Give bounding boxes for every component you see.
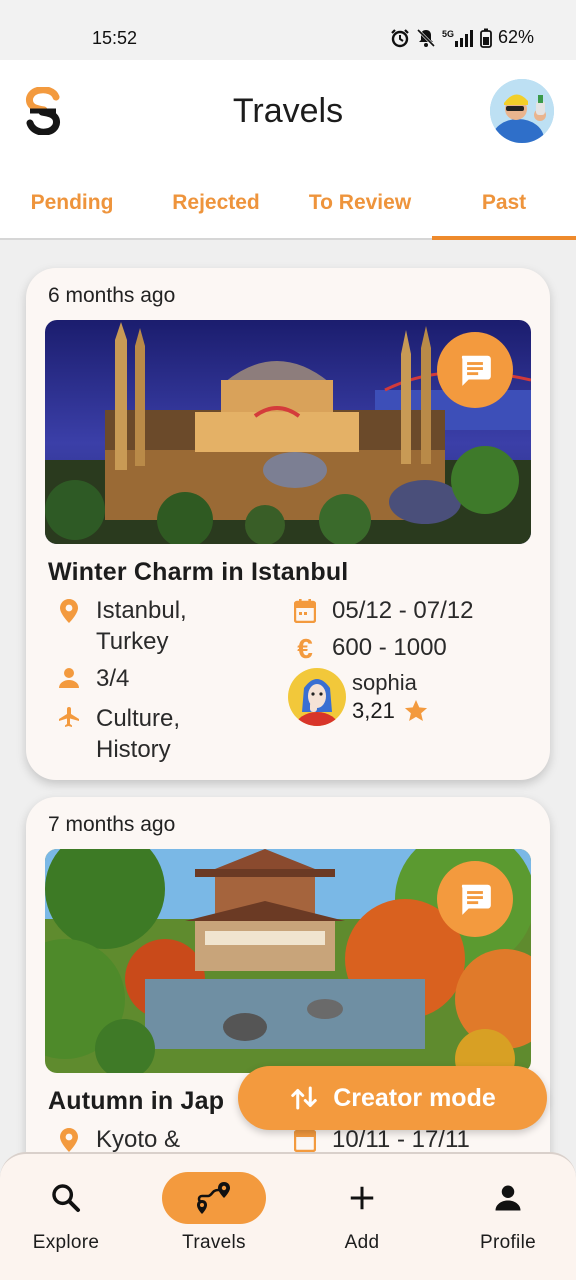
location-pin-icon [60, 1128, 78, 1152]
chat-button[interactable] [437, 861, 513, 937]
tab-rejected[interactable]: Rejected [144, 170, 288, 238]
creator-name: sophia [352, 670, 417, 695]
status-time: 15:52 [92, 28, 138, 48]
nav-add[interactable]: Add [302, 1172, 422, 1254]
trip-time-ago: 7 months ago [48, 813, 176, 836]
trip-photo [45, 849, 531, 1073]
person-icon [495, 1185, 521, 1211]
chat-button[interactable] [437, 332, 513, 408]
trip-location-text: Istanbul, Turkey [96, 597, 187, 655]
alarm-icon [391, 28, 409, 47]
euro-icon: € [297, 633, 313, 664]
battery-percent: 62% [497, 27, 534, 47]
chat-icon [461, 355, 491, 386]
creator-rating-value: 3,21 [352, 698, 395, 723]
creator-avatar [288, 668, 346, 726]
location-pin-icon [60, 599, 78, 623]
mute-icon [416, 28, 436, 47]
trip-time-ago: 6 months ago [48, 284, 176, 307]
swap-vertical-icon [291, 1086, 317, 1110]
trip-price-text: 600 - 1000 [332, 634, 447, 661]
calendar-icon [294, 599, 316, 623]
trip-location: Istanbul, Turkey [52, 595, 252, 657]
battery-icon [480, 28, 492, 48]
nav-travels[interactable]: Travels [154, 1172, 274, 1254]
trip-card[interactable]: 6 months ago Winter Charm in Istanbul Is… [26, 268, 550, 780]
route-icon [197, 1182, 230, 1214]
person-icon [59, 668, 79, 688]
search-icon [52, 1184, 80, 1212]
tab-to-review[interactable]: To Review [288, 170, 432, 238]
nav-add-label: Add [344, 1232, 380, 1253]
chat-icon [461, 884, 491, 915]
nav-profile-label: Profile [480, 1232, 536, 1253]
trip-photo [45, 320, 531, 544]
creator-mode-label: Creator mode [333, 1083, 496, 1112]
nav-travels-label: Travels [182, 1232, 246, 1253]
trip-title: Autumn in Jap [48, 1087, 225, 1115]
signal-icon: 5G [442, 29, 473, 47]
creator-mode-button[interactable]: Creator mode [238, 1066, 547, 1130]
nav-explore-label: Explore [32, 1232, 100, 1253]
user-avatar[interactable] [490, 79, 554, 143]
nav-active-indicator [162, 1172, 266, 1224]
star-icon [404, 699, 427, 721]
tab-past[interactable]: Past [432, 170, 576, 240]
trip-location: Kyoto & [52, 1124, 180, 1155]
trip-categories-text: Culture, History [96, 705, 181, 763]
trip-dates: 05/12 - 07/12 [288, 595, 473, 626]
creator-rating: 3,21 [352, 698, 429, 724]
bottom-navigation: Explore Travels Add Profile [0, 1152, 576, 1280]
travel-tabs: Pending Rejected To Review Past [0, 170, 576, 240]
status-bar: 15:52 5G 62% [0, 0, 576, 60]
trip-categories: Culture, History [52, 703, 252, 765]
nav-profile[interactable]: Profile [448, 1172, 568, 1254]
plus-icon [350, 1186, 374, 1210]
calendar-icon [294, 1128, 316, 1152]
app-bar: Travels Pending Rejected To Review Past [0, 60, 576, 240]
plane-icon [59, 707, 79, 727]
trip-participants: 3/4 [52, 663, 129, 694]
trip-dates-text: 05/12 - 07/12 [332, 597, 474, 624]
trip-title: Winter Charm in Istanbul [48, 558, 349, 586]
trip-price: € 600 - 1000 [288, 632, 447, 664]
trip-location-text: Kyoto & [96, 1126, 181, 1153]
trip-participants-text: 3/4 [96, 665, 130, 692]
system-icons: 5G 62% [390, 27, 534, 48]
trip-creator[interactable]: sophia 3,21 [288, 668, 429, 726]
nav-explore[interactable]: Explore [6, 1172, 126, 1254]
tab-pending[interactable]: Pending [0, 170, 144, 238]
svg-text:5G: 5G [442, 29, 454, 39]
